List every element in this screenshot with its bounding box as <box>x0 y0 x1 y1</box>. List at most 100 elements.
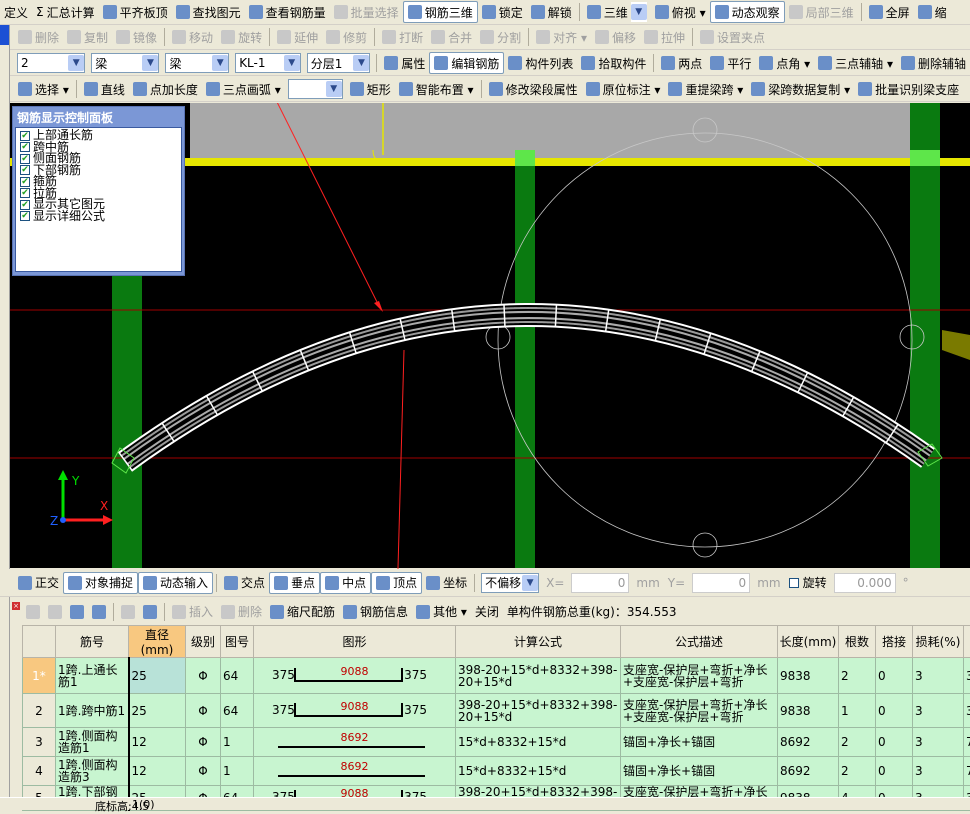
item-14-button[interactable]: 单构件钢筋总重(kg)：354.553 <box>503 601 681 623</box>
rebar-info-button[interactable]: 钢筋信息 <box>339 601 412 623</box>
column-header[interactable]: 级别 <box>186 626 221 658</box>
column-header[interactable]: 直径(mm) <box>129 626 186 658</box>
table-row[interactable]: 21跨.跨中筋125Φ643759088375398-20+15*d+8332+… <box>23 694 970 728</box>
cell-loss[interactable]: 3 <box>913 658 964 694</box>
other-button[interactable]: 其他 ▾ <box>412 601 471 623</box>
cell-lap[interactable]: 0 <box>876 658 913 694</box>
cell-grade[interactable]: Φ <box>186 658 221 694</box>
column-header[interactable]: 公式描述 <box>621 626 778 658</box>
column-header[interactable]: 根数 <box>839 626 876 658</box>
table-row[interactable]: 1*1跨.上通长筋125Φ643759088375398-20+15*d+833… <box>23 658 970 694</box>
cell-dia[interactable]: 12 <box>129 757 186 786</box>
cell-name[interactable]: 1跨.跨中筋1 <box>56 694 129 728</box>
perpendicular-button[interactable]: 垂点 <box>269 572 320 594</box>
cell-fig[interactable]: 1 <box>221 757 254 786</box>
intersection-button[interactable]: 交点 <box>220 572 269 594</box>
item-13-button[interactable]: 关闭 <box>471 601 503 623</box>
cell-formula[interactable]: 398-20+15*d+8332+398-20+15*d <box>456 658 621 694</box>
cell-extra[interactable]: 3 <box>964 694 970 728</box>
cell-extra[interactable]: 7 <box>964 728 970 757</box>
cell-len[interactable]: 8692 <box>778 728 839 757</box>
cell-dia[interactable]: 25 <box>129 694 186 728</box>
rotate-checkbox[interactable] <box>789 578 799 588</box>
cell-count[interactable]: 2 <box>839 728 876 757</box>
column-header[interactable]: 图形 <box>254 626 456 658</box>
cell-grade[interactable]: Φ <box>186 757 221 786</box>
column-header[interactable]: 计算公式 <box>456 626 621 658</box>
cell-desc[interactable]: 锚固+净长+锚固 <box>621 728 778 757</box>
cell-lap[interactable]: 0 <box>876 728 913 757</box>
scale-rebar-button[interactable]: 缩尺配筋 <box>266 601 339 623</box>
column-header[interactable]: 长度(mm) <box>778 626 839 658</box>
rotate-input[interactable]: 0.000 <box>834 573 896 593</box>
column-header[interactable]: 损耗(%) <box>913 626 964 658</box>
delete-row-button[interactable]: 删除 <box>217 601 266 623</box>
cell-count[interactable]: 1 <box>839 694 876 728</box>
checkbox-checked[interactable]: ✔ <box>20 142 30 152</box>
cell-name[interactable]: 1跨.上通长筋1 <box>56 658 129 694</box>
prev-button[interactable] <box>44 601 66 623</box>
close-panel-icon[interactable]: × <box>12 602 20 610</box>
cell-n[interactable]: 4 <box>23 757 56 786</box>
column-header[interactable] <box>23 626 56 658</box>
checkbox-checked[interactable]: ✔ <box>20 200 30 210</box>
cell-shape[interactable]: 3759088375 <box>254 694 456 728</box>
cell-loss[interactable]: 3 <box>913 694 964 728</box>
table-row[interactable]: 41跨.侧面构造筋312Φ1869215*d+8332+15*d锚固+净长+锚固… <box>23 757 970 786</box>
coordinate-button[interactable]: 坐标 <box>422 572 471 594</box>
cell-formula[interactable]: 398-20+15*d+8332+398-20+15*d <box>456 694 621 728</box>
checkbox-checked[interactable]: ✔ <box>20 165 30 175</box>
object-snap-button[interactable]: 对象捕捉 <box>63 572 138 594</box>
cell-extra[interactable]: 7 <box>964 757 970 786</box>
cell-name[interactable]: 1跨.侧面构造筋3 <box>56 757 129 786</box>
up-button[interactable] <box>117 601 139 623</box>
last-button[interactable] <box>88 601 110 623</box>
cell-desc[interactable]: 支座宽-保护层+弯折+净长+支座宽-保护层+弯折 <box>621 658 778 694</box>
cell-formula[interactable]: 15*d+8332+15*d <box>456 757 621 786</box>
cell-grade[interactable]: Φ <box>186 694 221 728</box>
cell-fig[interactable]: 64 <box>221 658 254 694</box>
table-row[interactable]: 31跨.侧面构造筋112Φ1869215*d+8332+15*d锚固+净长+锚固… <box>23 728 970 757</box>
cell-desc[interactable]: 锚固+净长+锚固 <box>621 757 778 786</box>
ortho-button[interactable]: 正交 <box>14 572 63 594</box>
down-button[interactable] <box>139 601 161 623</box>
column-header[interactable] <box>964 626 970 658</box>
cell-grade[interactable]: Φ <box>186 728 221 757</box>
cell-loss[interactable]: 3 <box>913 757 964 786</box>
midpoint-button[interactable]: 中点 <box>320 572 371 594</box>
checkbox-checked[interactable]: ✔ <box>20 211 30 221</box>
checkbox-checked[interactable]: ✔ <box>20 188 30 198</box>
next-button[interactable] <box>66 601 88 623</box>
cell-desc[interactable]: 支座宽-保护层+弯折+净长+支座宽-保护层+弯折 <box>621 694 778 728</box>
checkbox-checked[interactable]: ✔ <box>20 177 30 187</box>
column-header[interactable]: 搭接 <box>876 626 913 658</box>
cell-lap[interactable]: 0 <box>876 694 913 728</box>
cell-len[interactable]: 9838 <box>778 658 839 694</box>
offset-select[interactable]: 不偏移▼ <box>481 573 539 593</box>
cell-shape[interactable]: 8692 <box>254 728 456 757</box>
first-button[interactable] <box>22 601 44 623</box>
cell-n[interactable]: 3 <box>23 728 56 757</box>
cell-name[interactable]: 1跨.侧面构造筋1 <box>56 728 129 757</box>
cell-extra[interactable]: 3 <box>964 658 970 694</box>
cell-dia[interactable]: 12 <box>129 728 186 757</box>
checkbox-checked[interactable]: ✔ <box>20 131 30 141</box>
column-header[interactable]: 筋号 <box>56 626 129 658</box>
cell-loss[interactable]: 3 <box>913 728 964 757</box>
checkbox-checked[interactable]: ✔ <box>20 154 30 164</box>
cell-fig[interactable]: 64 <box>221 694 254 728</box>
x-input[interactable]: 0 <box>571 573 629 593</box>
cell-formula[interactable]: 15*d+8332+15*d <box>456 728 621 757</box>
vertex-button[interactable]: 顶点 <box>371 572 422 594</box>
cell-dia[interactable]: 25 <box>129 658 186 694</box>
cell-shape[interactable]: 8692 <box>254 757 456 786</box>
y-input[interactable]: 0 <box>692 573 750 593</box>
cell-fig[interactable]: 1 <box>221 728 254 757</box>
cell-count[interactable]: 2 <box>839 658 876 694</box>
cell-len[interactable]: 8692 <box>778 757 839 786</box>
insert-button[interactable]: 插入 <box>168 601 217 623</box>
cell-len[interactable]: 9838 <box>778 694 839 728</box>
cell-n[interactable]: 1* <box>23 658 56 694</box>
cell-shape[interactable]: 3759088375 <box>254 658 456 694</box>
cell-n[interactable]: 2 <box>23 694 56 728</box>
